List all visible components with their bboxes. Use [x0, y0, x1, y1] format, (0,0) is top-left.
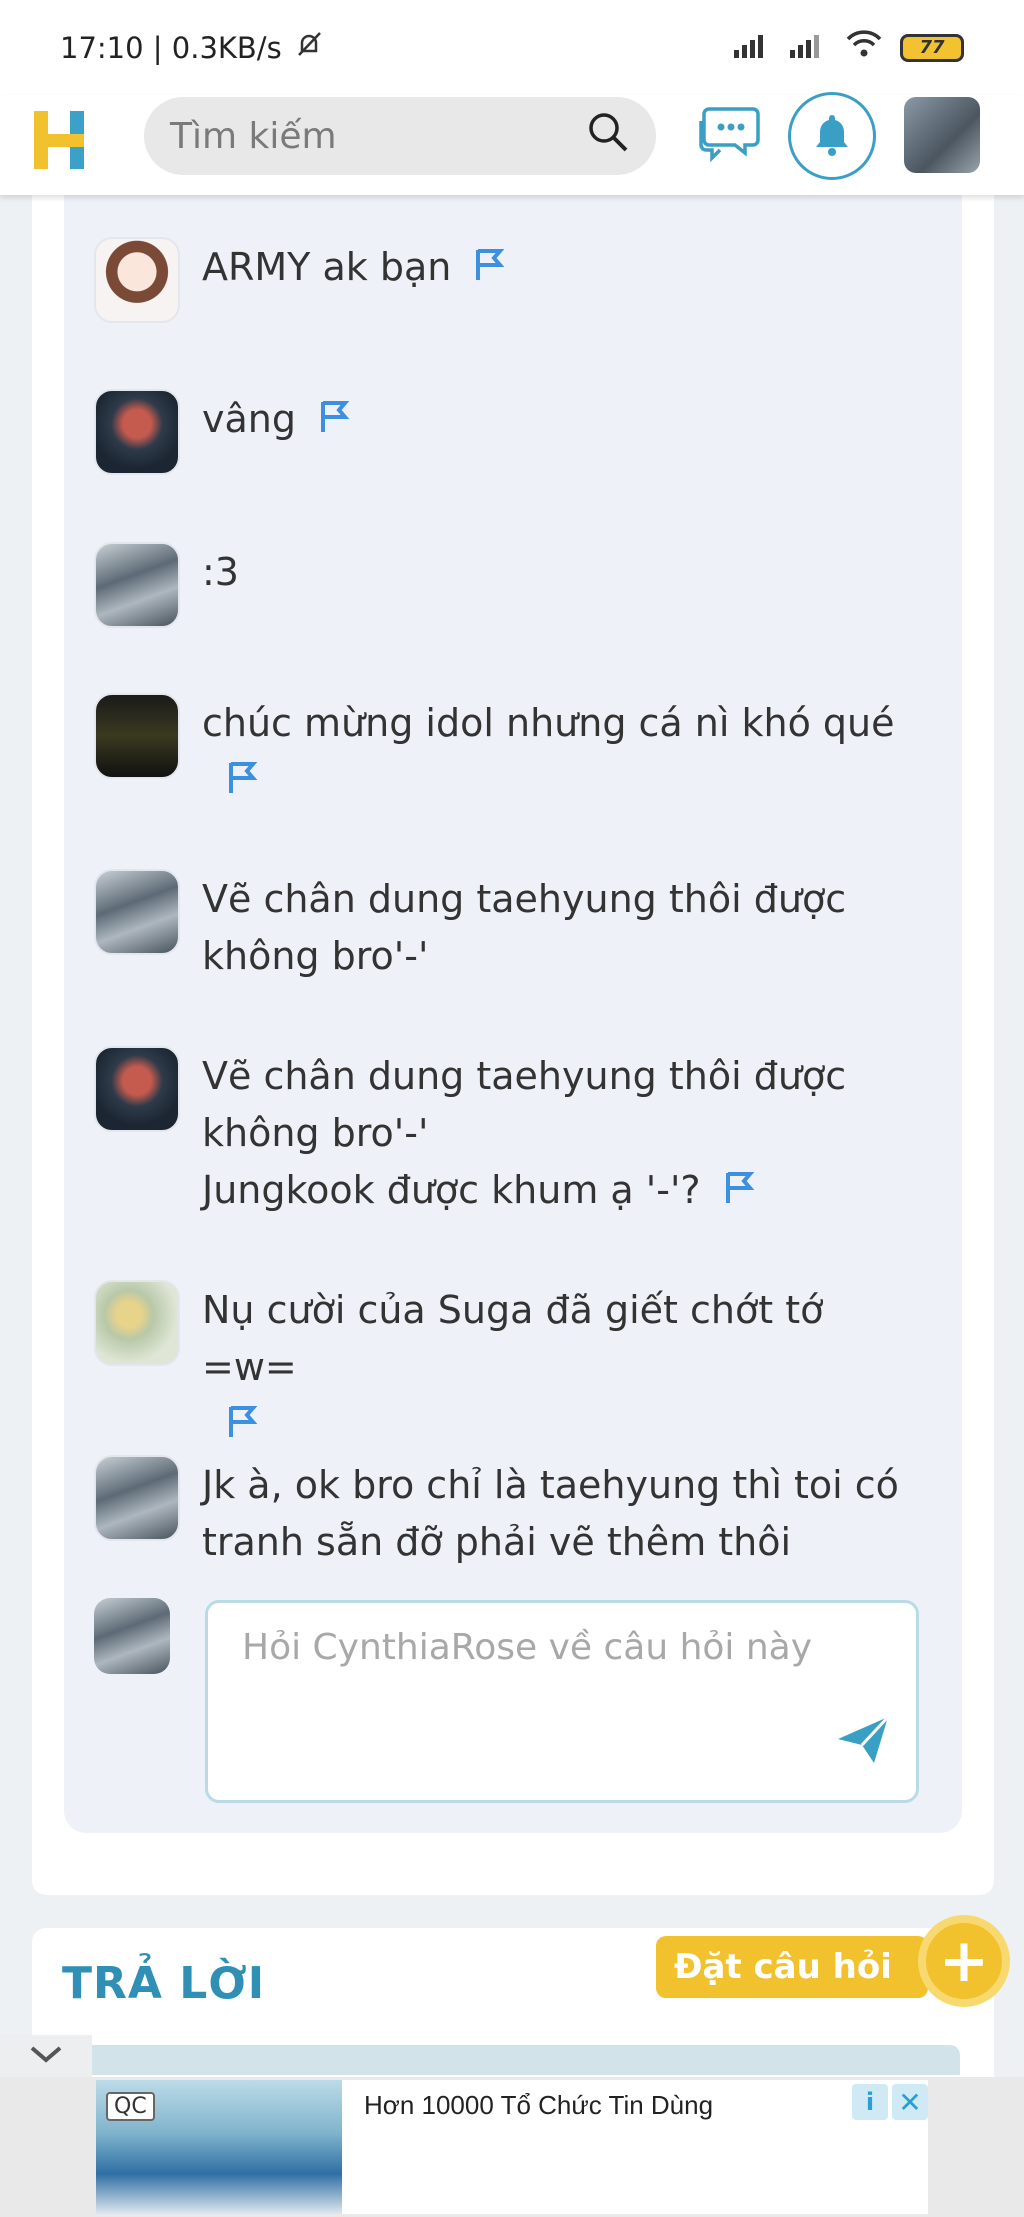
current-user-avatar [94, 1598, 170, 1674]
comment-text: chúc mừng idol nhưng cá nì khó qué [202, 693, 895, 811]
ask-input[interactable]: Hỏi CynthiaRose về câu hỏi này [205, 1600, 919, 1803]
close-icon[interactable]: ✕ [892, 2084, 928, 2120]
comment-text: Vẽ chân dung taehyung thôi được không br… [202, 1046, 846, 1221]
ask-question-button[interactable]: Đặt câu hỏi [656, 1936, 948, 1998]
comment-text: :3 [202, 550, 239, 594]
chevron-down-icon [26, 2042, 66, 2070]
comment-item: vâng [94, 389, 914, 475]
report-flag-icon[interactable] [318, 393, 350, 450]
comment-text: Jk à, ok bro chỉ là taehyung thì toi có … [202, 1463, 899, 1564]
comment-item: chúc mừng idol nhưng cá nì khó qué [94, 693, 914, 811]
comment-text: vâng [202, 389, 350, 475]
signal-icon-2 [788, 31, 828, 65]
commenter-avatar[interactable] [94, 542, 180, 628]
battery-icon: 77 [900, 33, 964, 62]
commenter-avatar[interactable] [94, 1046, 180, 1132]
commenter-avatar[interactable] [94, 237, 180, 323]
commenter-avatar[interactable] [94, 693, 180, 779]
send-icon[interactable] [834, 1713, 892, 1776]
commenter-avatar[interactable] [94, 1280, 180, 1366]
report-flag-icon[interactable] [226, 1398, 258, 1455]
wifi-icon [844, 29, 884, 66]
logo-icon[interactable] [30, 107, 90, 177]
comment-item: Vẽ chân dung taehyung thôi được không br… [94, 1046, 914, 1221]
mute-icon [294, 29, 324, 66]
comment-item: :3 [94, 542, 914, 628]
ad-collapse-button[interactable] [0, 2035, 92, 2077]
answer-item-header [64, 2045, 960, 2075]
comment-text: ARMY ak bạn [202, 237, 505, 323]
app-header: Tìm kiếm [0, 92, 1024, 195]
add-question-button[interactable]: + [918, 1915, 1010, 2007]
user-avatar[interactable] [904, 97, 980, 173]
status-bar: 17:10 | 0.3KB/s 77 [0, 0, 1024, 95]
ask-placeholder: Hỏi CynthiaRose về câu hỏi này [242, 1627, 813, 1668]
commenter-avatar[interactable] [94, 1455, 180, 1541]
commenter-avatar[interactable] [94, 389, 180, 475]
comment-item: Nụ cười của Suga đã giết chớt tớ =w= [94, 1280, 914, 1455]
comment-text: Vẽ chân dung taehyung thôi được không br… [202, 877, 847, 978]
commenter-avatar[interactable] [94, 869, 180, 955]
comment-text: Nụ cười của Suga đã giết chớt tớ =w= [202, 1280, 914, 1455]
signal-icon [732, 31, 772, 65]
search-icon[interactable] [586, 110, 630, 163]
status-time-speed: 17:10 | 0.3KB/s [60, 30, 282, 65]
info-icon[interactable]: i [852, 2084, 888, 2120]
search-placeholder: Tìm kiếm [170, 115, 337, 157]
notification-bell-button[interactable] [788, 92, 876, 180]
ad-text[interactable]: Hơn 10000 Tổ Chức Tin Dùng [364, 2090, 713, 2121]
report-flag-icon[interactable] [226, 754, 258, 811]
search-input[interactable]: Tìm kiếm [144, 97, 656, 175]
chat-icon[interactable] [695, 103, 761, 167]
report-flag-icon[interactable] [723, 1164, 755, 1221]
answers-title: TRẢ LỜI [62, 1958, 266, 2009]
comment-item: Vẽ chân dung taehyung thôi được không br… [94, 869, 914, 985]
bell-icon [812, 111, 852, 161]
ad-tag: QC [106, 2092, 155, 2121]
comment-item: ARMY ak bạn [94, 237, 914, 323]
comment-item: Jk à, ok bro chỉ là taehyung thì toi có … [94, 1455, 914, 1571]
report-flag-icon[interactable] [473, 241, 505, 298]
